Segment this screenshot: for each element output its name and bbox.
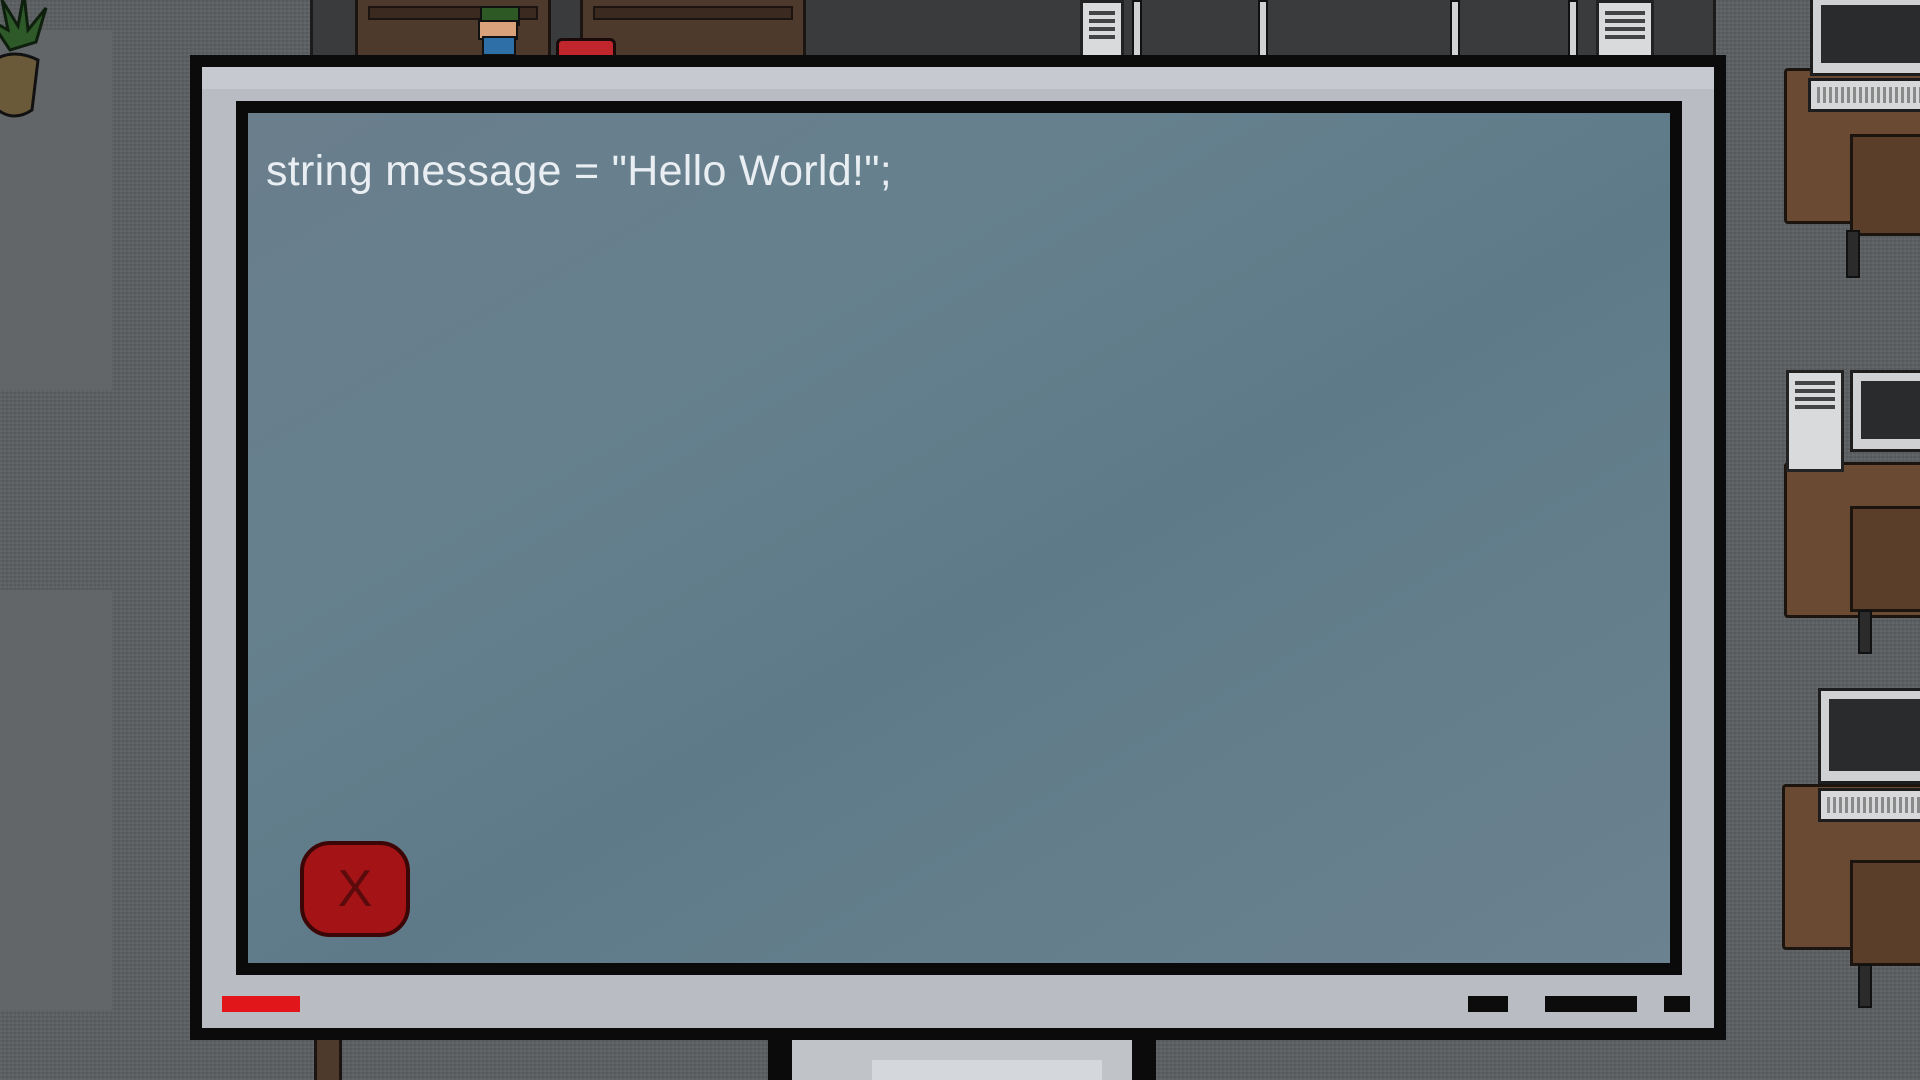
- desk-drawer: [1850, 860, 1920, 966]
- chair-leg: [1858, 964, 1872, 1008]
- player-character: [474, 6, 522, 56]
- bezel-slot: [1545, 996, 1637, 1012]
- floor-post: [314, 1040, 342, 1080]
- desk-keyboard: [1818, 788, 1920, 822]
- close-button[interactable]: X: [300, 841, 410, 937]
- power-led: [222, 996, 300, 1012]
- pc-tower: [1786, 370, 1844, 472]
- floor-tile-area: [0, 590, 112, 1010]
- monitor-bezel-bottom: [202, 970, 1714, 1028]
- server-rack: [1080, 0, 1124, 60]
- game-scene: string message = "Hello World!"; X: [0, 0, 1920, 1080]
- wall-divider: [1568, 0, 1578, 60]
- desk-keyboard: [1808, 78, 1920, 112]
- wall-divider: [1450, 0, 1460, 60]
- desk-monitor: [1818, 688, 1920, 784]
- monitor-stand: [768, 1040, 1156, 1080]
- server-rack: [1596, 0, 1654, 60]
- wall-divider: [1132, 0, 1142, 60]
- wall-divider: [1258, 0, 1268, 60]
- desk-monitor: [1810, 0, 1920, 76]
- chair-leg: [1846, 230, 1860, 278]
- monitor-screen: string message = "Hello World!"; X: [236, 101, 1682, 975]
- desk-monitor: [1850, 370, 1920, 452]
- chair-leg: [1858, 610, 1872, 654]
- desk-drawer: [1850, 506, 1920, 612]
- close-button-label: X: [337, 860, 373, 918]
- code-line: string message = "Hello World!";: [266, 147, 893, 195]
- bezel-slot: [1468, 996, 1508, 1012]
- code-monitor-popup: string message = "Hello World!"; X: [190, 55, 1726, 1040]
- bezel-slot: [1664, 996, 1690, 1012]
- potted-plant-icon: [0, 0, 48, 118]
- desk-drawer: [1850, 134, 1920, 236]
